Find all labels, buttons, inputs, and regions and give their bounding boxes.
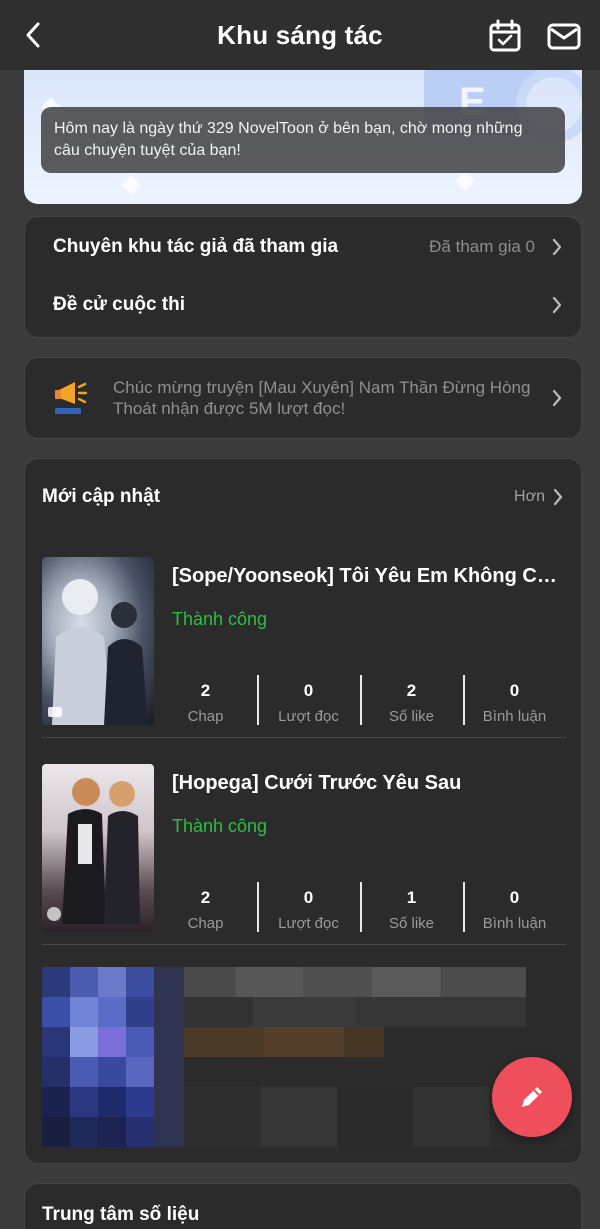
divider — [42, 737, 566, 738]
banner-message: Hôm nay là ngày thứ 329 NovelToon ở bên … — [41, 107, 565, 173]
stat-label: Chap — [187, 708, 224, 725]
book-title: [Hopega] Cưới Trước Yêu Sau — [172, 772, 462, 794]
announcement-text: Chúc mừng truyện [Mau Xuyên] Nam Thần Đừ… — [113, 378, 531, 418]
book-item[interactable]: [Hopega] Cưới Trước Yêu Sau Thành công 2… — [42, 764, 566, 945]
mail-icon[interactable] — [546, 19, 582, 53]
menu-item-joined-zones[interactable]: Chuyên khu tác giả đã tham gia Đã tham g… — [25, 218, 581, 276]
stat-label: Lượt đọc — [278, 708, 339, 725]
chevron-right-icon — [552, 296, 562, 314]
book-cover — [42, 764, 154, 932]
stat-value: 2 — [200, 681, 211, 700]
book-stats: 2 Chap 0 Lượt đọc 1 Số like 0 Bình luận — [154, 882, 566, 934]
stat-value: 1 — [406, 888, 417, 907]
cover-photo — [47, 778, 140, 924]
menu-item-label: Chuyên khu tác giả đã tham gia — [53, 236, 339, 257]
stat-value: 2 — [200, 888, 211, 907]
stat-reads: 0 Lượt đọc — [257, 882, 360, 934]
stat-value: 2 — [406, 681, 417, 700]
stat-label: Chap — [187, 915, 224, 932]
divider — [42, 944, 566, 945]
book-cover — [42, 557, 154, 725]
write-fab-button[interactable] — [492, 1057, 572, 1137]
stat-likes: 2 Số like — [360, 675, 463, 727]
stat-label: Bình luận — [482, 708, 547, 725]
author-menu-card: Chuyên khu tác giả đã tham gia Đã tham g… — [24, 216, 582, 338]
book-status: Thành công — [172, 816, 268, 836]
stat-reads: 0 Lượt đọc — [257, 675, 360, 727]
announcement-card[interactable]: Chúc mừng truyện [Mau Xuyên] Nam Thần Đừ… — [24, 357, 582, 439]
stat-label: Bình luận — [482, 915, 547, 932]
recent-updates-card: Mới cập nhật Hơn [Sope/Yoonseok] Tôi Yêu… — [24, 458, 582, 1164]
menu-item-label: Đề cử cuộc thi — [53, 294, 186, 315]
book-title: [Sope/Yoonseok] Tôi Yêu Em Không Cần... — [172, 565, 566, 587]
calendar-check-icon[interactable] — [488, 19, 522, 53]
menu-item-contest-recommend[interactable]: Đề cử cuộc thi — [25, 276, 581, 334]
stat-value: 0 — [303, 681, 314, 700]
chevron-right-icon — [552, 389, 562, 407]
book-item[interactable]: [Sope/Yoonseok] Tôi Yêu Em Không Cần... … — [42, 557, 566, 738]
stat-chapters: 2 Chap — [154, 675, 257, 727]
stat-comments: 0 Bình luận — [463, 675, 566, 727]
data-center-card[interactable]: Trung tâm số liệu — [24, 1183, 582, 1229]
cover-photo — [48, 579, 148, 725]
stat-value: 0 — [303, 888, 314, 907]
stat-chapters: 2 Chap — [154, 882, 257, 934]
stat-likes: 1 Số like — [360, 882, 463, 934]
stat-value: 0 — [509, 681, 520, 700]
pixelated-book-item — [42, 967, 566, 1147]
section-title: Trung tâm số liệu — [42, 1204, 200, 1225]
pencil-icon — [522, 1087, 542, 1107]
section-title: Mới cập nhật — [42, 486, 161, 507]
book-stats: 2 Chap 0 Lượt đọc 2 Số like 0 Bình luận — [154, 675, 566, 727]
top-app-bar: Khu sáng tác — [0, 0, 600, 70]
stat-label: Lượt đọc — [278, 915, 339, 932]
book-status: Thành công — [172, 609, 268, 629]
stat-comments: 0 Bình luận — [463, 882, 566, 934]
more-link[interactable]: Hơn — [514, 488, 545, 506]
megaphone-icon — [55, 382, 88, 414]
stat-label: Số like — [388, 708, 435, 725]
chevron-right-icon — [552, 238, 562, 256]
stat-label: Số like — [388, 915, 435, 932]
stat-value: 0 — [509, 888, 520, 907]
back-button[interactable] — [16, 18, 50, 52]
chevron-left-icon — [26, 22, 40, 48]
joined-count: Đã tham gia 0 — [429, 237, 535, 256]
chevron-right-icon[interactable] — [553, 488, 563, 506]
page-title: Khu sáng tác — [217, 19, 383, 50]
